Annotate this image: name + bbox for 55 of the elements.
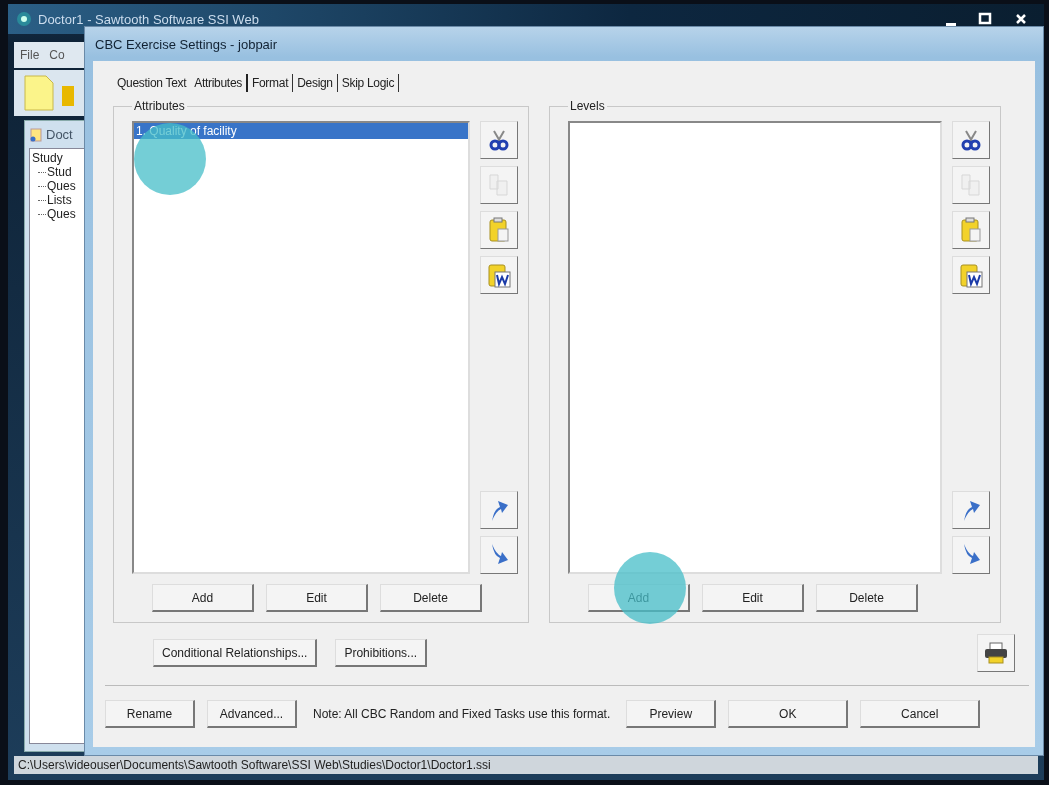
word-document-icon — [487, 262, 511, 288]
tree-item[interactable]: Lists — [47, 193, 72, 207]
document-icon — [29, 127, 43, 142]
action-button[interactable]: Prohibitions... — [335, 639, 428, 667]
print-button[interactable] — [977, 634, 1015, 672]
close-icon — [1014, 12, 1028, 26]
window-title: Doctor1 - Sawtooth Software SSI Web — [38, 11, 259, 27]
word-document-icon — [959, 262, 983, 288]
move-up-button[interactable] — [952, 491, 990, 529]
action-button[interactable]: Delete — [816, 584, 918, 612]
tab[interactable]: Skip Logic — [337, 74, 400, 92]
paste-button[interactable] — [952, 211, 990, 249]
action-button[interactable]: Delete — [380, 584, 482, 612]
tree-item[interactable]: Ques — [47, 207, 76, 221]
dialog-title: CBC Exercise Settings - jobpair — [95, 36, 278, 52]
tree-item[interactable]: Stud — [47, 165, 72, 179]
tree-item[interactable]: Ques — [47, 179, 76, 193]
group-title: Attributes — [133, 99, 186, 113]
word-button[interactable] — [480, 256, 518, 294]
word-button[interactable] — [952, 256, 990, 294]
group-title: Levels — [569, 99, 606, 113]
tab[interactable]: Format — [247, 74, 294, 92]
note-text: Note: All CBC Random and Fixed Tasks use this format. — [312, 707, 612, 721]
app-icon — [16, 11, 32, 27]
status-bar: C:\Users\videouser\Documents\Sawtooth Software\SSI Web\Studies\Doctor1\Doctor1.ssi — [14, 756, 1038, 774]
move-down-button[interactable] — [952, 536, 990, 574]
tab[interactable]: Design — [293, 74, 338, 92]
action-button[interactable]: Conditional Relationships... — [153, 639, 318, 667]
action-button[interactable]: Preview — [626, 700, 717, 728]
cut-button[interactable] — [952, 121, 990, 159]
copy-icon — [488, 173, 510, 197]
move-up-button[interactable] — [480, 491, 518, 529]
tree-item[interactable]: Study — [32, 151, 88, 165]
move-down-button[interactable] — [480, 536, 518, 574]
action-button[interactable]: Add — [152, 584, 254, 612]
copy-icon — [960, 173, 982, 197]
paste-button[interactable] — [480, 211, 518, 249]
printer-icon — [984, 642, 1008, 664]
action-button[interactable]: Rename — [105, 700, 195, 728]
scissors-icon — [488, 129, 510, 151]
clipboard-icon — [488, 217, 510, 243]
cut-button[interactable] — [480, 121, 518, 159]
action-button[interactable]: Edit — [702, 584, 804, 612]
action-button[interactable]: Advanced... — [207, 700, 297, 728]
menu-item[interactable]: File — [20, 48, 40, 62]
action-button[interactable]: Edit — [266, 584, 368, 612]
scissors-icon — [960, 129, 982, 151]
maximize-icon — [978, 12, 992, 26]
action-button[interactable]: Cancel — [860, 700, 981, 728]
action-button[interactable]: OK — [728, 700, 849, 728]
menu-item[interactable]: Co — [49, 48, 65, 62]
tab[interactable]: Question Text — [113, 74, 191, 92]
tab[interactable]: Attributes — [190, 74, 248, 92]
panel-title: Doct — [46, 127, 73, 142]
clipboard-icon — [960, 217, 982, 243]
